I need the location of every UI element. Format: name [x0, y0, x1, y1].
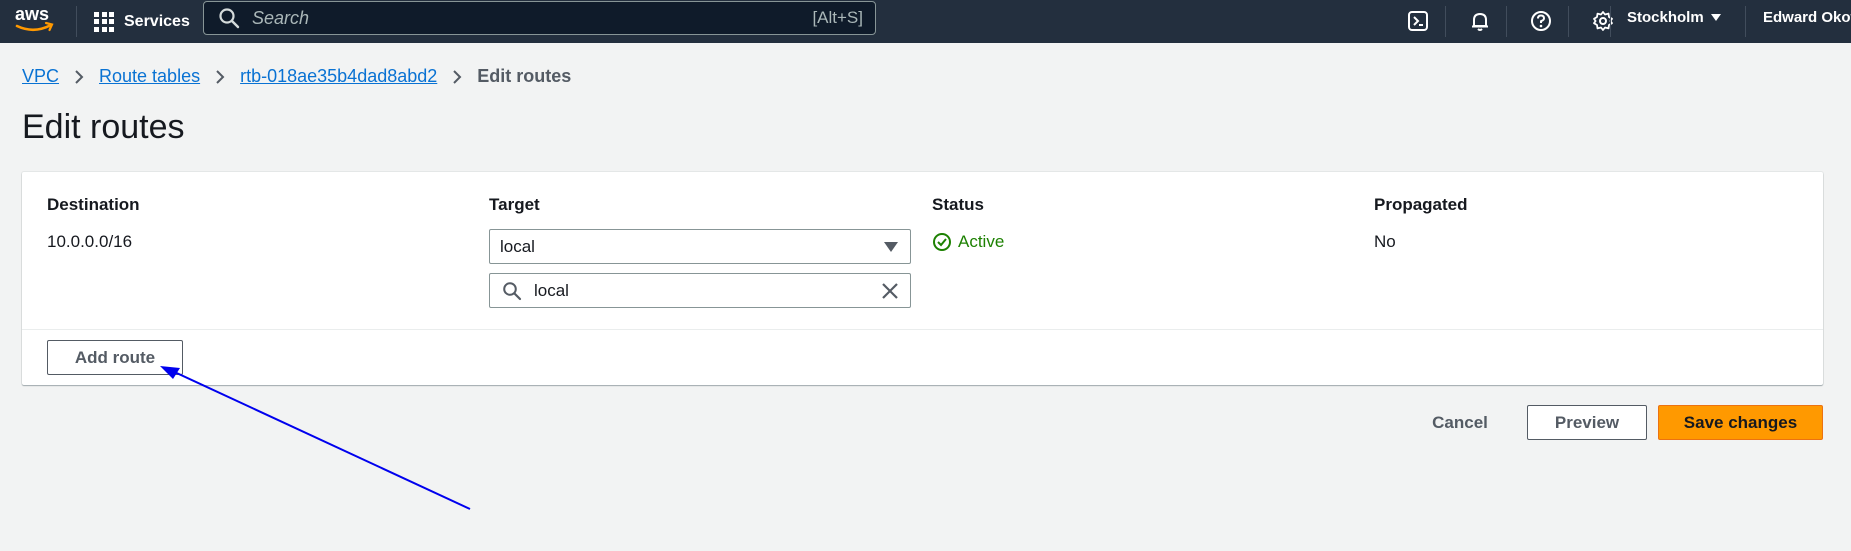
- route-propagated: No: [1374, 232, 1396, 251]
- divider: [22, 329, 1823, 330]
- target-select-value: local: [500, 236, 535, 256]
- cloudshell-button[interactable]: [1403, 6, 1433, 36]
- notifications-button[interactable]: [1465, 6, 1495, 36]
- cancel-button[interactable]: Cancel: [1410, 405, 1510, 440]
- breadcrumb-link-vpc[interactable]: VPC: [22, 66, 59, 87]
- nav-divider: [1506, 6, 1507, 37]
- column-header-propagated: Propagated: [1374, 195, 1468, 214]
- breadcrumb-link-route-table-id[interactable]: rtb-018ae35b4dad8abd2: [240, 66, 437, 87]
- user-name: Edward Okot: [1763, 9, 1851, 26]
- search-icon: [219, 8, 240, 29]
- chevron-right-icon: [453, 69, 462, 84]
- nav-divider: [1445, 6, 1446, 37]
- save-changes-button[interactable]: Save changes: [1658, 405, 1823, 440]
- check-circle-icon: [933, 233, 951, 251]
- region-selector[interactable]: Stockholm: [1627, 9, 1721, 26]
- chevron-right-icon: [216, 69, 225, 84]
- settings-button[interactable]: [1588, 6, 1618, 36]
- top-navigation: aws Services [Alt+S]: [0, 0, 1851, 43]
- clear-icon[interactable]: [880, 281, 900, 301]
- column-header-status: Status: [932, 195, 984, 214]
- services-menu-button[interactable]: Services: [94, 8, 190, 35]
- search-shortcut-hint: [Alt+S]: [812, 8, 863, 27]
- route-status: Active: [932, 232, 1004, 252]
- account-menu[interactable]: Edward Okot: [1763, 9, 1851, 26]
- help-button[interactable]: [1526, 6, 1556, 36]
- nav-divider: [1568, 6, 1569, 37]
- routes-editor-panel: Destination Target Status Propagated 10.…: [22, 172, 1823, 385]
- target-filter[interactable]: [489, 273, 911, 308]
- nav-divider: [76, 6, 77, 37]
- global-search[interactable]: [Alt+S]: [203, 1, 876, 35]
- page-title: Edit routes: [22, 108, 185, 146]
- column-header-destination: Destination: [47, 195, 140, 214]
- preview-button[interactable]: Preview: [1527, 405, 1647, 440]
- breadcrumb-current: Edit routes: [477, 66, 572, 86]
- logo-text: aws: [15, 4, 49, 24]
- region-label: Stockholm: [1627, 9, 1704, 26]
- help-icon: [1531, 11, 1551, 31]
- search-input[interactable]: [250, 6, 813, 30]
- caret-down-icon: [1710, 14, 1721, 21]
- caret-down-icon: [884, 241, 898, 252]
- services-label: Services: [124, 12, 190, 30]
- search-icon: [503, 281, 522, 300]
- status-label: Active: [958, 232, 1005, 251]
- nav-divider: [1610, 6, 1611, 37]
- grid-menu-icon: [94, 11, 114, 32]
- column-header-target: Target: [489, 195, 540, 214]
- breadcrumb: VPC Route tables rtb-018ae35b4dad8abd2 E…: [22, 66, 571, 87]
- target-filter-input[interactable]: [532, 279, 880, 302]
- aws-logo[interactable]: aws: [14, 3, 56, 37]
- nav-divider: [1745, 6, 1746, 37]
- bell-icon: [1472, 12, 1488, 31]
- cloudshell-icon: [1408, 11, 1428, 31]
- route-destination: 10.0.0.0/16: [47, 232, 133, 251]
- chevron-right-icon: [75, 69, 84, 84]
- breadcrumb-link-route-tables[interactable]: Route tables: [99, 66, 200, 87]
- target-select[interactable]: local: [489, 229, 911, 264]
- add-route-button[interactable]: Add route: [47, 340, 183, 375]
